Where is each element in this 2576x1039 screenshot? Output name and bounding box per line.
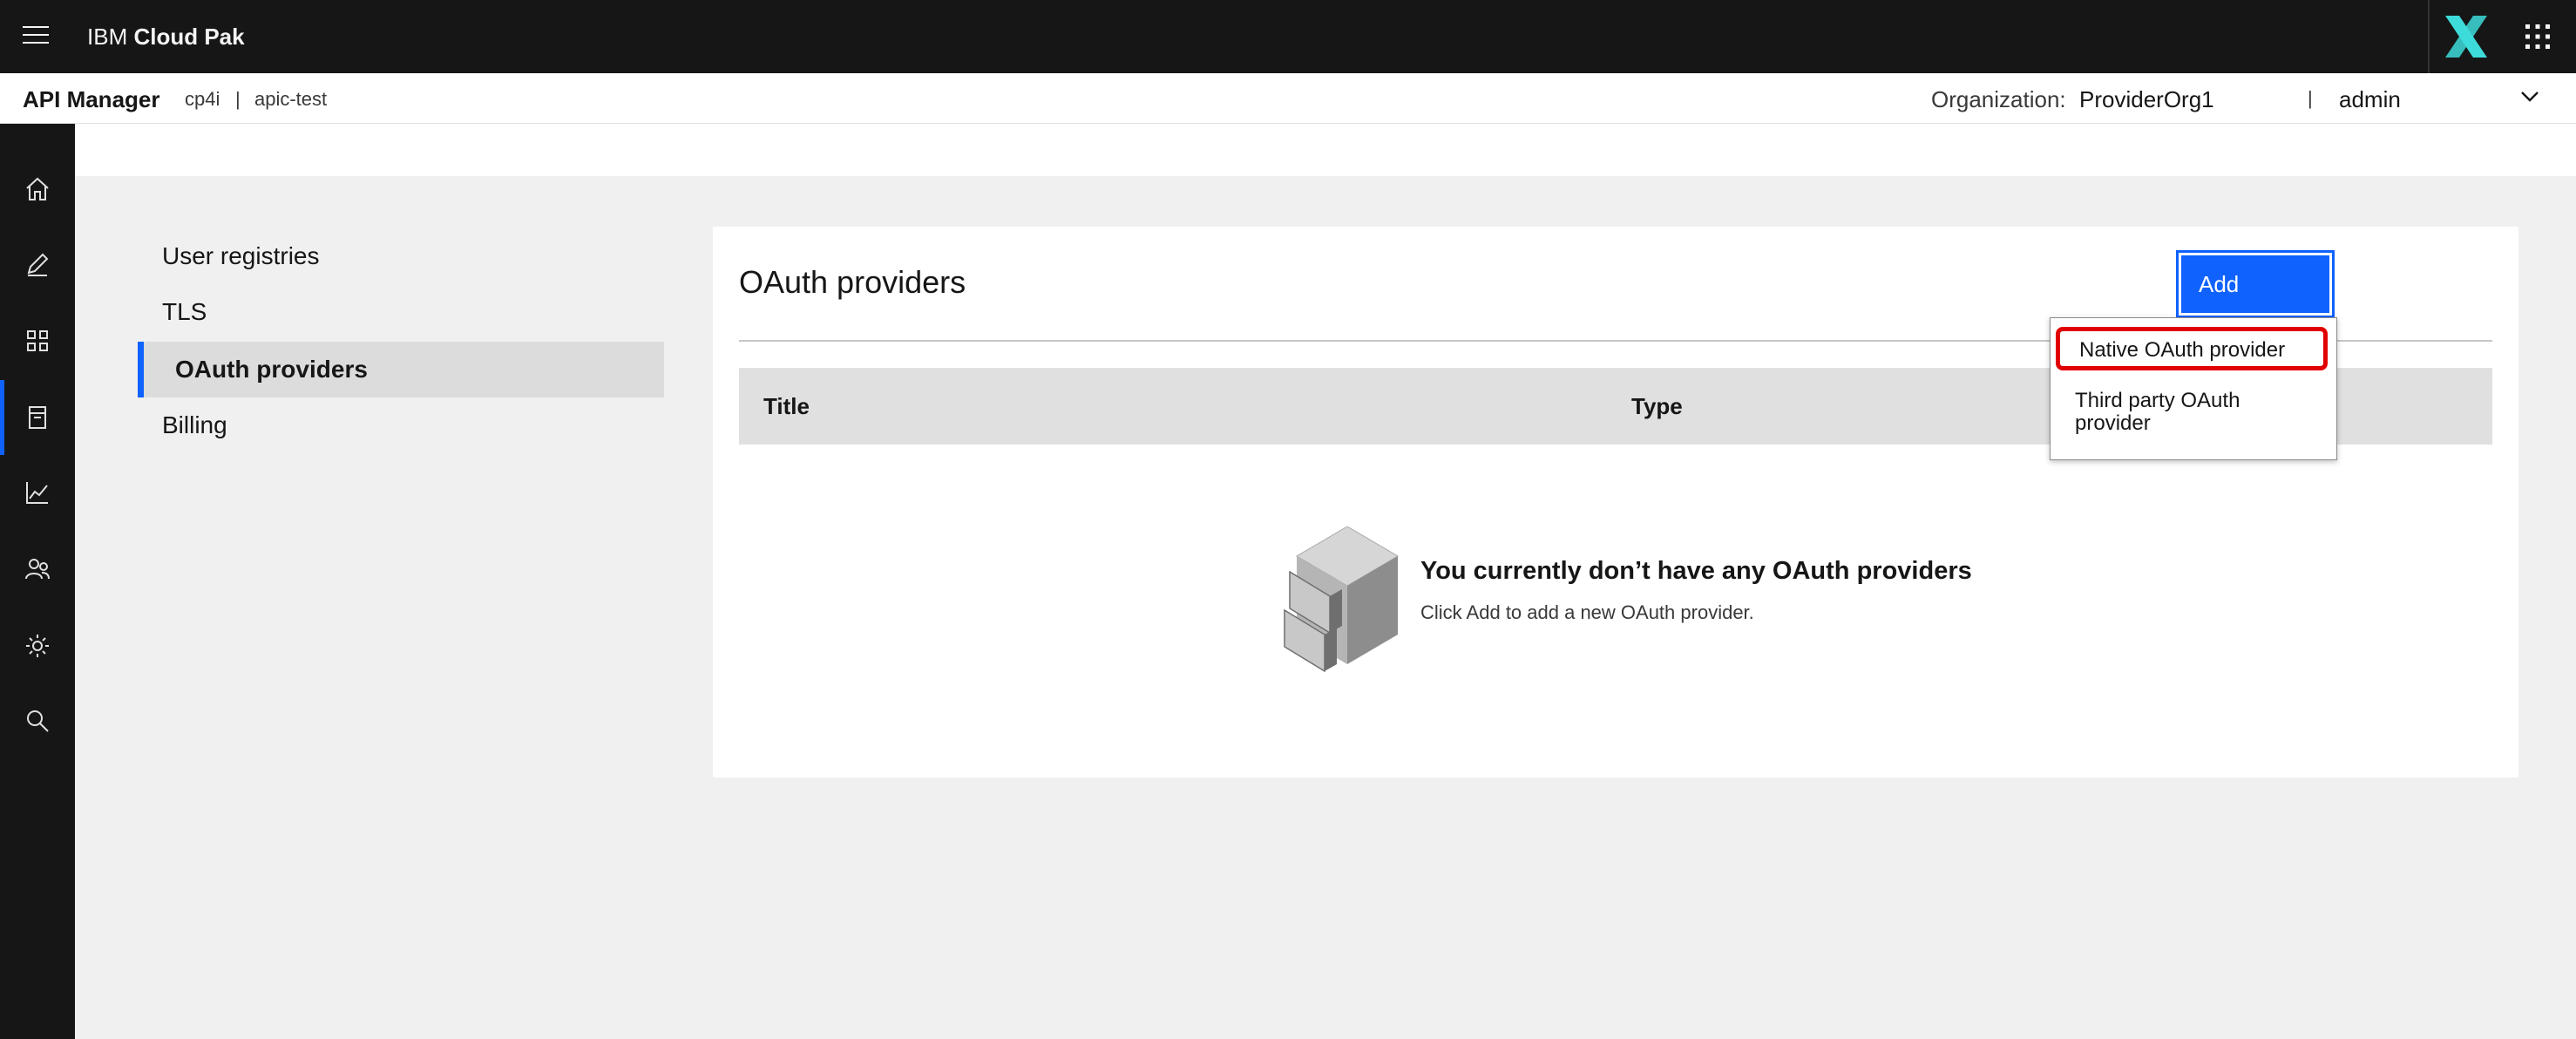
rail-manage-catalogs[interactable]: [0, 303, 75, 378]
header-divider: [2428, 0, 2430, 73]
page-title: OAuth providers: [739, 264, 966, 300]
search-icon: [27, 710, 49, 732]
toolbar-band: [75, 124, 2576, 176]
breadcrumb-instance: apic-test: [254, 88, 328, 110]
apps-grid-icon: [27, 330, 48, 351]
menu-item-third-party-oauth-provider[interactable]: Third party OAuth provider: [2051, 390, 2336, 435]
settings-icon: [26, 635, 49, 657]
hamburger-menu-icon[interactable]: [23, 24, 49, 45]
oauth-providers-panel: OAuth providers Add Title Type You curre…: [713, 227, 2518, 778]
brand-prefix: IBM: [87, 24, 128, 50]
analytics-icon: [26, 482, 48, 504]
add-dropdown-menu: Native OAuth provider Third party OAuth …: [2050, 317, 2337, 460]
file-cabinet-icon: [1284, 526, 1399, 673]
subnav-oauth-providers[interactable]: OAuth providers: [138, 342, 664, 397]
user-menu-label[interactable]: admin: [2339, 85, 2401, 113]
app-switcher-icon[interactable]: [2524, 23, 2552, 51]
chevron-down-icon[interactable]: [2520, 91, 2539, 103]
rail-analytics[interactable]: [0, 455, 75, 530]
resources-icon: [29, 406, 46, 429]
rail-members[interactable]: [0, 532, 75, 607]
add-button[interactable]: Add: [2176, 250, 2335, 318]
breadcrumb-cluster: cp4i: [185, 88, 220, 110]
menu-item-native-oauth-provider[interactable]: Native OAuth provider: [2056, 327, 2328, 370]
sub-header: API Manager cp4i | apic-test Organizatio…: [0, 73, 2576, 124]
rail-search[interactable]: [0, 683, 75, 758]
rail-resources[interactable]: [0, 380, 75, 455]
brand-name: Cloud Pak: [133, 24, 245, 50]
column-header-title[interactable]: Title: [763, 390, 810, 422]
subnav-tls[interactable]: TLS: [138, 284, 664, 340]
members-icon: [25, 559, 50, 580]
left-nav-rail: [0, 124, 75, 1039]
rail-home[interactable]: [0, 152, 75, 227]
top-header: IBM Cloud Pak: [0, 0, 2576, 73]
home-icon: [26, 177, 49, 200]
rail-settings[interactable]: [0, 608, 75, 683]
column-header-type[interactable]: Type: [1631, 390, 1683, 422]
empty-state-text: Click Add to add a new OAuth provider.: [1420, 601, 1754, 623]
subnav-user-registries[interactable]: User registries: [138, 228, 664, 284]
user-separator: |: [2308, 87, 2313, 109]
cloud-pak-logo-icon: [2445, 16, 2487, 58]
breadcrumb-separator: |: [235, 88, 241, 110]
rail-develop[interactable]: [0, 227, 75, 302]
app-name[interactable]: API Manager: [23, 85, 160, 113]
brand-title[interactable]: IBM Cloud Pak: [87, 21, 245, 52]
organization-value[interactable]: ProviderOrg1: [2079, 85, 2214, 113]
edit-icon: [27, 253, 49, 276]
empty-state-title: You currently don’t have any OAuth provi…: [1420, 557, 1972, 585]
subnav-billing[interactable]: Billing: [138, 397, 664, 453]
organization-label: Organization:: [1931, 86, 2066, 112]
